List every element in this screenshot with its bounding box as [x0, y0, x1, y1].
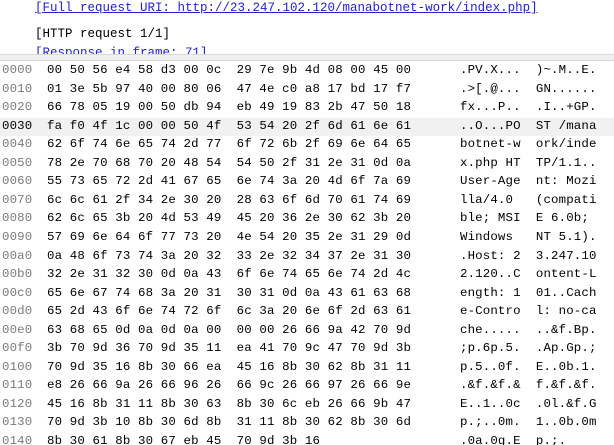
- hex-ascii[interactable]: che..... ..&f.Bp.: [460, 322, 597, 339]
- hex-bytes[interactable]: 0a 48 6f 73 74 3a 20 32 33 2e 32 34 37 2…: [47, 248, 411, 265]
- hex-offset: 00f0: [2, 341, 33, 356]
- hex-dump-row[interactable]: 0100 70 9d 35 16 8b 30 66 ea 45 16 8b 30 …: [0, 359, 614, 378]
- hex-offset: 0090: [2, 229, 33, 244]
- hex-ascii[interactable]: ..O...PO ST /mana: [460, 118, 597, 135]
- hex-dump-row[interactable]: 0130 70 9d 3b 10 8b 30 6d 8b 31 11 8b 30 …: [0, 414, 614, 433]
- hex-dump-row[interactable]: 0000 00 50 56 e4 58 d3 00 0c 29 7e 9b 4d …: [0, 62, 614, 81]
- hex-offset: 0010: [2, 81, 33, 96]
- hex-ascii[interactable]: x.php HT TP/1.1..: [460, 155, 597, 172]
- hex-bytes[interactable]: 70 9d 35 16 8b 30 66 ea 45 16 8b 30 62 8…: [47, 359, 411, 376]
- hex-bytes[interactable]: 45 16 8b 31 11 8b 30 63 8b 30 6c eb 26 6…: [47, 396, 411, 413]
- hex-dump-row[interactable]: 0050 78 2e 70 68 70 20 48 54 54 50 2f 31 …: [0, 155, 614, 174]
- hex-bytes[interactable]: 65 6e 67 74 68 3a 20 31 30 31 0d 0a 43 6…: [47, 285, 411, 302]
- response-in-frame-link[interactable]: [Response in frame: 71]: [35, 44, 208, 54]
- hex-bytes[interactable]: 62 6c 65 3b 20 4d 53 49 45 20 36 2e 30 6…: [47, 210, 411, 227]
- hex-bytes[interactable]: 66 78 05 19 00 50 db 94 eb 49 19 83 2b 4…: [47, 99, 411, 116]
- hex-offset: 00d0: [2, 304, 33, 319]
- hex-offset: 0110: [2, 378, 33, 393]
- hex-offset: 0030: [2, 118, 33, 133]
- hex-ascii[interactable]: User-Age nt: Mozi: [460, 173, 597, 190]
- hex-ascii[interactable]: e-Contro l: no-ca: [460, 303, 597, 320]
- hex-dump-row[interactable]: 0020 66 78 05 19 00 50 db 94 eb 49 19 83 …: [0, 99, 614, 118]
- hex-bytes[interactable]: e8 26 66 9a 26 66 96 26 66 9c 26 66 97 2…: [47, 377, 411, 394]
- hex-offset: 0050: [2, 155, 33, 170]
- hex-ascii[interactable]: botnet-w ork/inde: [460, 136, 597, 153]
- hex-offset: 0100: [2, 359, 33, 374]
- hex-dump-row[interactable]: 00c0 65 6e 67 74 68 3a 20 31 30 31 0d 0a …: [0, 285, 614, 304]
- hex-dump-row[interactable]: 00d0 65 2d 43 6f 6e 74 72 6f 6c 3a 20 6e …: [0, 303, 614, 322]
- hex-offset: 00a0: [2, 248, 33, 263]
- hex-ascii[interactable]: p.;..0m. 1..0b.0m: [460, 414, 597, 431]
- hex-bytes[interactable]: 32 2e 31 32 30 0d 0a 43 6f 6e 74 65 6e 7…: [47, 266, 411, 283]
- hex-dump-row[interactable]: 00f0 3b 70 9d 36 70 9d 35 11 ea 41 70 9c …: [0, 340, 614, 359]
- hex-dump-row[interactable]: 0080 62 6c 65 3b 20 4d 53 49 45 20 36 2e …: [0, 210, 614, 229]
- hex-ascii[interactable]: .Host: 2 3.247.10: [460, 248, 597, 265]
- hex-bytes[interactable]: 6c 6c 61 2f 34 2e 30 20 28 63 6f 6d 70 6…: [47, 192, 411, 209]
- hex-ascii[interactable]: .0a.0g.E p.;.: [460, 433, 566, 445]
- hex-ascii[interactable]: p.5..0f. E..0b.1.: [460, 359, 597, 376]
- hex-offset: 0000: [2, 63, 33, 77]
- hex-ascii[interactable]: ;p.6p.5. .Ap.Gp.;: [460, 340, 597, 357]
- http-request-count-line[interactable]: [HTTP request 1/1]: [35, 25, 170, 43]
- hex-bytes[interactable]: fa f0 4f 1c 00 00 50 4f 53 54 20 2f 6d 6…: [47, 118, 411, 135]
- hex-ascii[interactable]: ength: 1 01..Cach: [460, 285, 597, 302]
- hex-offset: 0080: [2, 211, 33, 226]
- hex-dump-row[interactable]: 0040 62 6f 74 6e 65 74 2d 77 6f 72 6b 2f …: [0, 136, 614, 155]
- hex-dump-row[interactable]: 0030 fa f0 4f 1c 00 00 50 4f 53 54 20 2f …: [0, 117, 614, 137]
- hex-dump-row[interactable]: 0070 6c 6c 61 2f 34 2e 30 20 28 63 6f 6d …: [0, 192, 614, 211]
- hex-bytes[interactable]: 55 73 65 72 2d 41 67 65 6e 74 3a 20 4d 6…: [47, 173, 411, 190]
- hex-offset: 0140: [2, 434, 33, 445]
- hex-ascii[interactable]: E..1..0c .0l.&f.G: [460, 396, 597, 413]
- hex-ascii[interactable]: Windows NT 5.1).: [460, 229, 597, 246]
- hex-dump-row[interactable]: 0060 55 73 65 72 2d 41 67 65 6e 74 3a 20 …: [0, 173, 614, 192]
- hex-dump-row[interactable]: 0140 8b 30 61 8b 30 67 eb 45 70 9d 3b 16.…: [0, 433, 614, 445]
- hex-offset: 00b0: [2, 267, 33, 282]
- hex-ascii[interactable]: .>[.@... GN......: [460, 81, 597, 98]
- hex-bytes[interactable]: 62 6f 74 6e 65 74 2d 77 6f 72 6b 2f 69 6…: [47, 136, 411, 153]
- hex-ascii[interactable]: fx...P.. .I..+GP.: [460, 99, 597, 116]
- hex-bytes[interactable]: 8b 30 61 8b 30 67 eb 45 70 9d 3b 16: [47, 433, 320, 445]
- hex-dump-row[interactable]: 0120 45 16 8b 31 11 8b 30 63 8b 30 6c eb …: [0, 396, 614, 415]
- hex-bytes[interactable]: 3b 70 9d 36 70 9d 35 11 ea 41 70 9c 47 7…: [47, 340, 411, 357]
- hex-bytes[interactable]: 00 50 56 e4 58 d3 00 0c 29 7e 9b 4d 08 0…: [47, 62, 411, 79]
- hex-bytes[interactable]: 57 69 6e 64 6f 77 73 20 4e 54 20 35 2e 3…: [47, 229, 411, 246]
- hex-offset: 0060: [2, 174, 33, 189]
- hex-dump-row[interactable]: 00a0 0a 48 6f 73 74 3a 20 32 33 2e 32 34 …: [0, 248, 614, 267]
- hex-bytes[interactable]: 65 2d 43 6f 6e 74 72 6f 6c 3a 20 6e 6f 2…: [47, 303, 411, 320]
- hex-dump-row[interactable]: 00e0 63 68 65 0d 0a 0d 0a 00 00 00 26 66 …: [0, 322, 614, 341]
- hex-ascii[interactable]: .&f.&f.& f.&f.&f.: [460, 377, 597, 394]
- hex-dump-row[interactable]: 0110 e8 26 66 9a 26 66 96 26 66 9c 26 66 …: [0, 377, 614, 396]
- hex-ascii[interactable]: .PV.X... )~.M..E.: [460, 62, 597, 79]
- hex-offset: 0040: [2, 137, 33, 152]
- hex-offset: 0020: [2, 100, 33, 115]
- hex-ascii[interactable]: lla/4.0 (compati: [460, 192, 597, 209]
- hex-bytes[interactable]: 70 9d 3b 10 8b 30 6d 8b 31 11 8b 30 62 8…: [47, 414, 411, 431]
- hex-offset: 0120: [2, 396, 33, 411]
- hex-bytes[interactable]: 78 2e 70 68 70 20 48 54 54 50 2f 31 2e 3…: [47, 155, 411, 172]
- hex-bytes[interactable]: 01 3e 5b 97 40 00 80 06 47 4e c0 a8 17 b…: [47, 81, 411, 98]
- hex-dump-row[interactable]: 0090 57 69 6e 64 6f 77 73 20 4e 54 20 35 …: [0, 229, 614, 248]
- hex-dump-row[interactable]: 0010 01 3e 5b 97 40 00 80 06 47 4e c0 a8 …: [0, 81, 614, 100]
- hex-bytes[interactable]: 63 68 65 0d 0a 0d 0a 00 00 00 26 66 9a 4…: [47, 322, 411, 339]
- hex-dump-row[interactable]: 00b0 32 2e 31 32 30 0d 0a 43 6f 6e 74 65 …: [0, 266, 614, 285]
- hex-offset: 0130: [2, 415, 33, 430]
- hex-ascii[interactable]: 2.120..C ontent-L: [460, 266, 597, 283]
- hex-offset: 00c0: [2, 285, 33, 300]
- hex-ascii[interactable]: ble; MSI E 6.0b;: [460, 210, 597, 227]
- hex-dump-pane[interactable]: 0000 00 50 56 e4 58 d3 00 0c 29 7e 9b 4d …: [0, 61, 614, 445]
- packet-detail-pane: [Full request URI: http://23.247.102.120…: [0, 0, 614, 54]
- pane-splitter-handle[interactable]: [0, 54, 614, 61]
- full-request-uri-link[interactable]: [Full request URI: http://23.247.102.120…: [35, 0, 538, 17]
- hex-offset: 00e0: [2, 322, 33, 337]
- hex-offset: 0070: [2, 192, 33, 207]
